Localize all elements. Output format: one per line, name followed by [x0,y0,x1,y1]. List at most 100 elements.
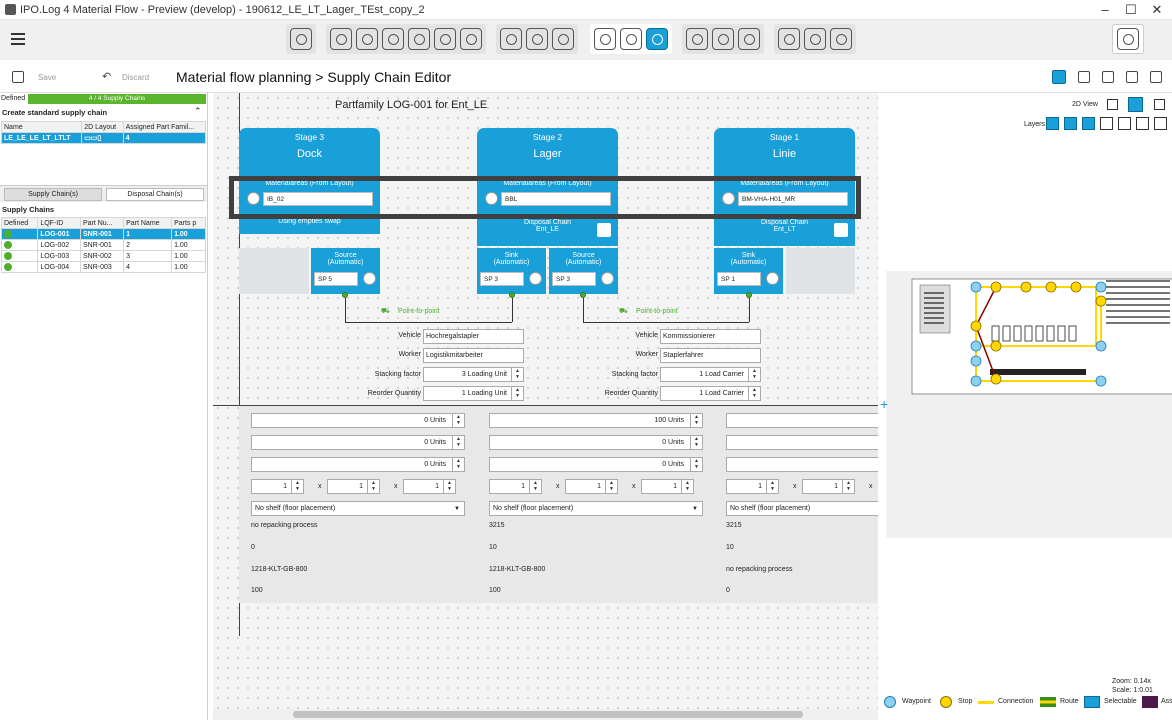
stepper-arrows[interactable]: ▲ ▼ [452,436,464,449]
package-icon[interactable] [686,28,708,50]
stepper-arrows[interactable]: ▲ ▼ [605,480,617,493]
copy-icon[interactable] [382,28,404,50]
chart-view-icon[interactable] [1102,71,1114,83]
print-icon[interactable] [1107,99,1118,110]
layer-areas-icon[interactable] [1046,117,1059,130]
layer-objects-icon[interactable] [1100,117,1113,130]
shelf-select[interactable]: No shelf (floor placement) ▼ [251,501,465,516]
stepper-arrows[interactable]: ▲ ▼ [842,480,854,493]
sp-select[interactable]: SP 3 [480,272,524,286]
breadcrumb-root[interactable]: Material flow planning [176,69,311,85]
stepper-arrows[interactable]: ▲ ▼ [511,368,523,381]
p2p-label-2[interactable]: Point-to-point [636,308,678,315]
grid-icon[interactable] [526,28,548,50]
reorder-stepper[interactable]: 1 Load Carrier ▲ ▼ [660,386,761,401]
tab-supply-chains[interactable]: Supply Chain(s) [4,188,102,201]
sink-box[interactable]: Sink (Automatic) SP 1 [714,248,783,294]
cart-icon[interactable] [712,28,734,50]
editor-view-icon[interactable] [1052,70,1066,84]
units-stepper[interactable]: 0 Units ▲ ▼ [489,435,703,450]
dim-stepper[interactable]: 1 ▲ ▼ [565,479,618,494]
stepper-arrows[interactable]: ▲ ▼ [766,480,778,493]
crop-icon[interactable] [552,28,574,50]
column-header[interactable]: Parts p [171,217,206,229]
list-view-icon[interactable] [1126,71,1138,83]
properties-view-icon[interactable] [1150,71,1162,83]
units-stepper[interactable]: 0 Units ▲ ▼ [251,435,465,450]
save-button[interactable]: Save [38,73,56,82]
sp-select[interactable]: SP 3 [552,272,596,286]
sp-select[interactable]: SP 5 [314,272,358,286]
stepper-arrows[interactable]: ▲ ▼ [452,414,464,427]
tab-disposal-chains[interactable]: Disposal Chain(s) [106,188,204,201]
scrollbar-thumb[interactable] [293,711,803,718]
save-icon[interactable] [12,71,24,83]
table-row[interactable]: LOG-003 SNR-002 3 1.00 [0,250,206,262]
units-stepper[interactable] [726,457,878,472]
search-icon[interactable] [460,28,482,50]
stepper-arrows[interactable]: ▲ ▼ [367,480,379,493]
maximize-button[interactable]: ☐ [1118,0,1144,20]
dim-stepper[interactable]: 1 ▲ ▼ [403,479,456,494]
horizontal-scrollbar[interactable] [213,709,878,720]
table-row[interactable]: LOG-002 SNR-001 2 1.00 [0,239,206,251]
stepper-arrows[interactable]: ▲ ▼ [291,480,303,493]
panel-toggle-icon[interactable] [1128,97,1143,112]
dim-stepper[interactable]: 1 ▲ ▼ [489,479,542,494]
stepper-arrows[interactable]: ▲ ▼ [748,387,760,400]
layer-grid-icon[interactable] [1082,117,1095,130]
column-header[interactable]: LQF-ID [37,217,81,229]
units-stepper[interactable]: 0 Units ▲ ▼ [489,457,703,472]
dim-stepper[interactable]: 1 ▲ ▼ [726,479,779,494]
units-stepper[interactable] [726,413,878,428]
collapse-icon[interactable]: ⌃ [194,106,202,117]
chart-icon[interactable] [804,28,826,50]
chain-link-icon[interactable] [597,223,611,237]
dim-stepper[interactable]: 1 ▲ ▼ [641,479,694,494]
disposal-box[interactable]: Disposal Chain Ent_LE [477,216,618,246]
menu-icon[interactable] [11,33,25,35]
source-box[interactable]: Source (Automatic) SP 5 [311,248,380,294]
target-icon[interactable] [529,272,542,285]
layer-vehicles-icon[interactable] [1154,117,1167,130]
stepper-arrows[interactable]: ▲ ▼ [443,480,455,493]
forklift-icon[interactable] [738,28,760,50]
areas-icon[interactable] [330,28,352,50]
units-stepper[interactable]: 0 Units ▲ ▼ [251,413,465,428]
link-icon[interactable] [594,28,616,50]
minimize-button[interactable]: – [1092,0,1118,20]
dim-stepper[interactable]: 1 ▲ ▼ [327,479,380,494]
target-icon[interactable] [830,28,852,50]
shelf-select[interactable]: No shelf (floor placement) [726,501,878,516]
source-box[interactable]: Source (Automatic) SP 3 [549,248,618,294]
column-header[interactable]: Assigned Part Famil... [122,121,207,133]
layout-minimap[interactable] [886,271,1172,538]
column-header[interactable]: Name [0,121,83,133]
layer-flow-icon[interactable] [1136,117,1149,130]
target-icon[interactable] [601,272,614,285]
stepper-arrows[interactable]: ▲ ▼ [681,480,693,493]
units-stepper[interactable] [726,435,878,450]
settings-sliders-icon[interactable] [1117,28,1139,50]
stepper-arrows[interactable]: ▲ ▼ [690,436,702,449]
column-header[interactable]: Part Name [123,217,173,229]
target-icon[interactable] [363,272,376,285]
target-icon[interactable] [766,272,779,285]
layout-icon[interactable] [290,28,312,50]
table-row[interactable]: LOG-004 SNR-003 4 1.00 [0,261,206,273]
stacking-stepper[interactable]: 3 Loading Unit ▲ ▼ [423,367,524,382]
dim-stepper[interactable]: 1 ▲ ▼ [802,479,855,494]
layer-stations-icon[interactable] [1064,117,1077,130]
stepper-arrows[interactable]: ▲ ▼ [690,458,702,471]
sp-select[interactable]: SP 1 [717,272,761,286]
p2p-label-1[interactable]: Point-to-point [398,308,440,315]
3d-view-icon[interactable] [1078,71,1090,83]
close-button[interactable]: ✕ [1144,0,1170,20]
stacking-stepper[interactable]: 1 Load Carrier ▲ ▼ [660,367,761,382]
reorder-stepper[interactable]: 1 Loading Unit ▲ ▼ [423,386,524,401]
frame-icon[interactable] [500,28,522,50]
shelf-select[interactable]: No shelf (floor placement) ▼ [489,501,703,516]
popout-icon[interactable] [1154,99,1165,110]
table-row[interactable]: LOG-001 SNR-001 1 1.00 [0,228,206,240]
stepper-arrows[interactable]: ▲ ▼ [690,414,702,427]
